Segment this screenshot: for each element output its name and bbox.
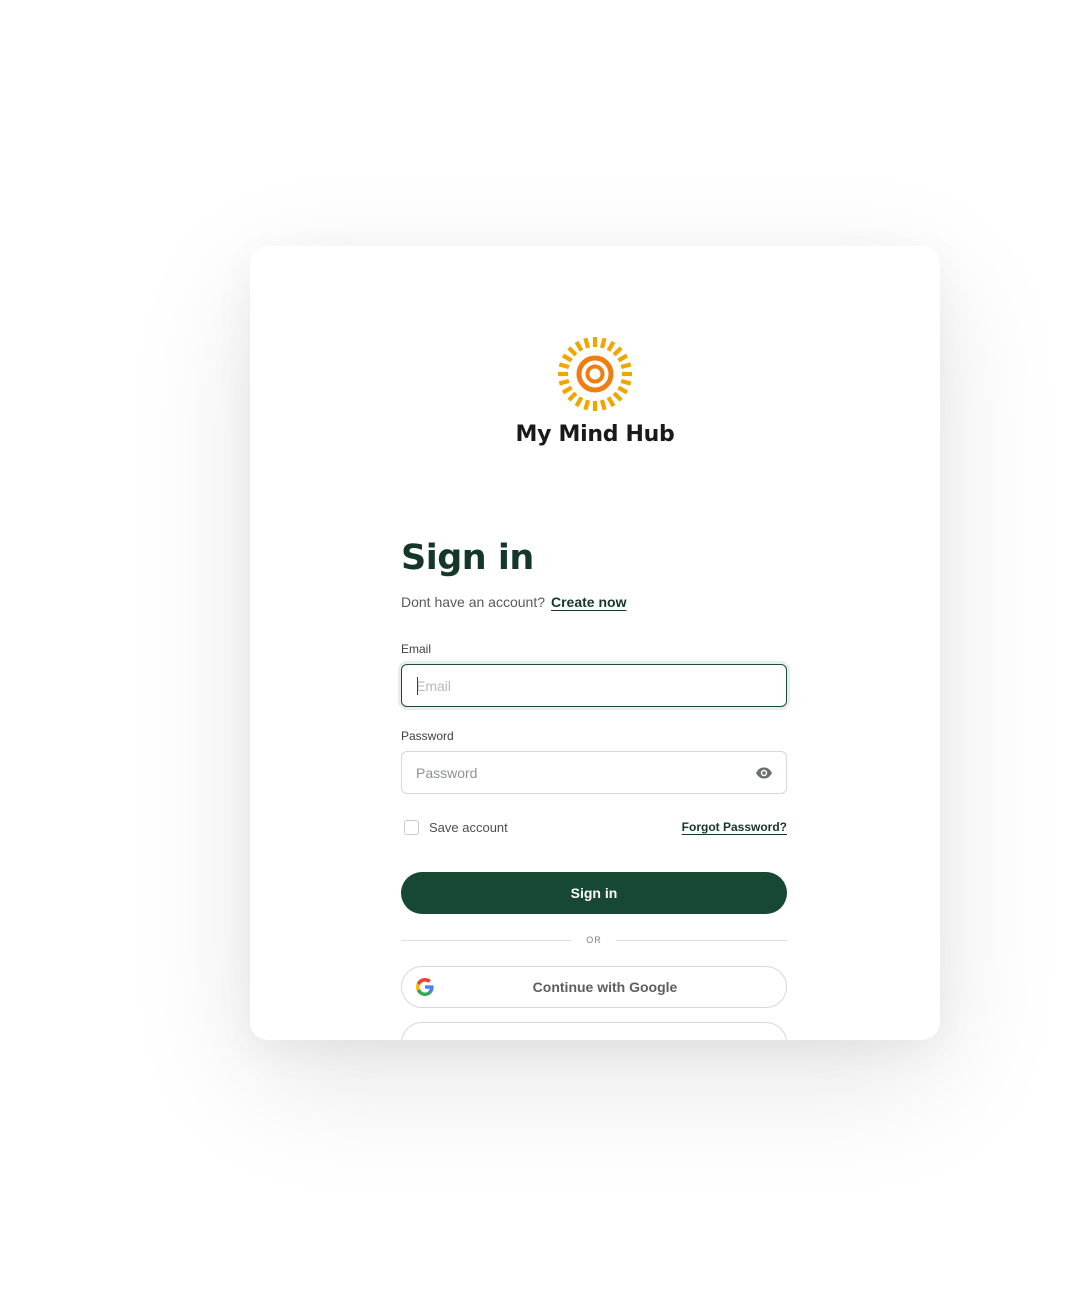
sun-ray [567,346,578,357]
sun-ray [583,399,591,411]
password-input-wrapper [401,751,787,794]
sun-ray [612,346,623,357]
sun-ray [620,378,632,386]
no-account-text: Dont have an account? [401,594,545,610]
sun-ray [606,396,616,408]
sun-ray [574,396,584,408]
signin-card: My Mind Hub Sign in Dont have an account… [250,246,940,1040]
page-title: Sign in [401,538,534,578]
sun-ray [620,362,632,370]
or-divider: OR [401,928,787,952]
page-background: My Mind Hub Sign in Dont have an account… [0,0,1086,1294]
create-account-link[interactable]: Create now [551,594,626,610]
brand-name: My Mind Hub [515,422,675,447]
sun-ray [561,385,573,395]
save-account-label[interactable]: Save account [429,820,508,835]
divider-text: OR [586,935,602,945]
sun-ray [612,391,623,402]
sun-ray [617,353,629,363]
signin-button[interactable]: Sign in [401,872,787,914]
save-account-group: Save account [401,819,508,835]
signup-prompt: Dont have an account? Create now [401,592,787,612]
email-input-wrapper [401,664,787,707]
sun-ray [583,337,591,349]
google-icon [416,978,434,996]
password-group: Password [401,729,787,794]
eye-icon[interactable] [755,765,773,781]
google-signin-button[interactable]: Continue with Google [401,966,787,1008]
divider-line-right [615,939,787,941]
password-input[interactable] [402,752,786,793]
sun-ray [599,337,607,349]
form-options-row: Save account Forgot Password? [401,818,787,836]
password-label: Password [401,729,454,743]
sun-ray [599,399,607,411]
sun-ray [567,391,578,402]
sun-ray [574,340,584,352]
brand-header: My Mind Hub [250,336,940,447]
divider-line-left [401,939,573,941]
sun-logo-icon [558,337,632,411]
sun-ray [606,340,616,352]
save-account-checkbox[interactable] [404,819,419,835]
forgot-password-link[interactable]: Forgot Password? [682,820,787,834]
signin-form: Sign in Dont have an account? Create now … [401,536,787,1040]
email-group: Email [401,642,787,707]
google-button-label: Continue with Google [532,979,678,995]
text-caret [417,677,418,695]
sun-ray [558,362,570,370]
email-input[interactable] [402,665,786,706]
secondary-signin-button[interactable] [401,1022,787,1040]
email-label: Email [401,642,432,656]
sun-ray [558,378,570,386]
sun-ray [561,353,573,363]
sun-ray [617,385,629,395]
